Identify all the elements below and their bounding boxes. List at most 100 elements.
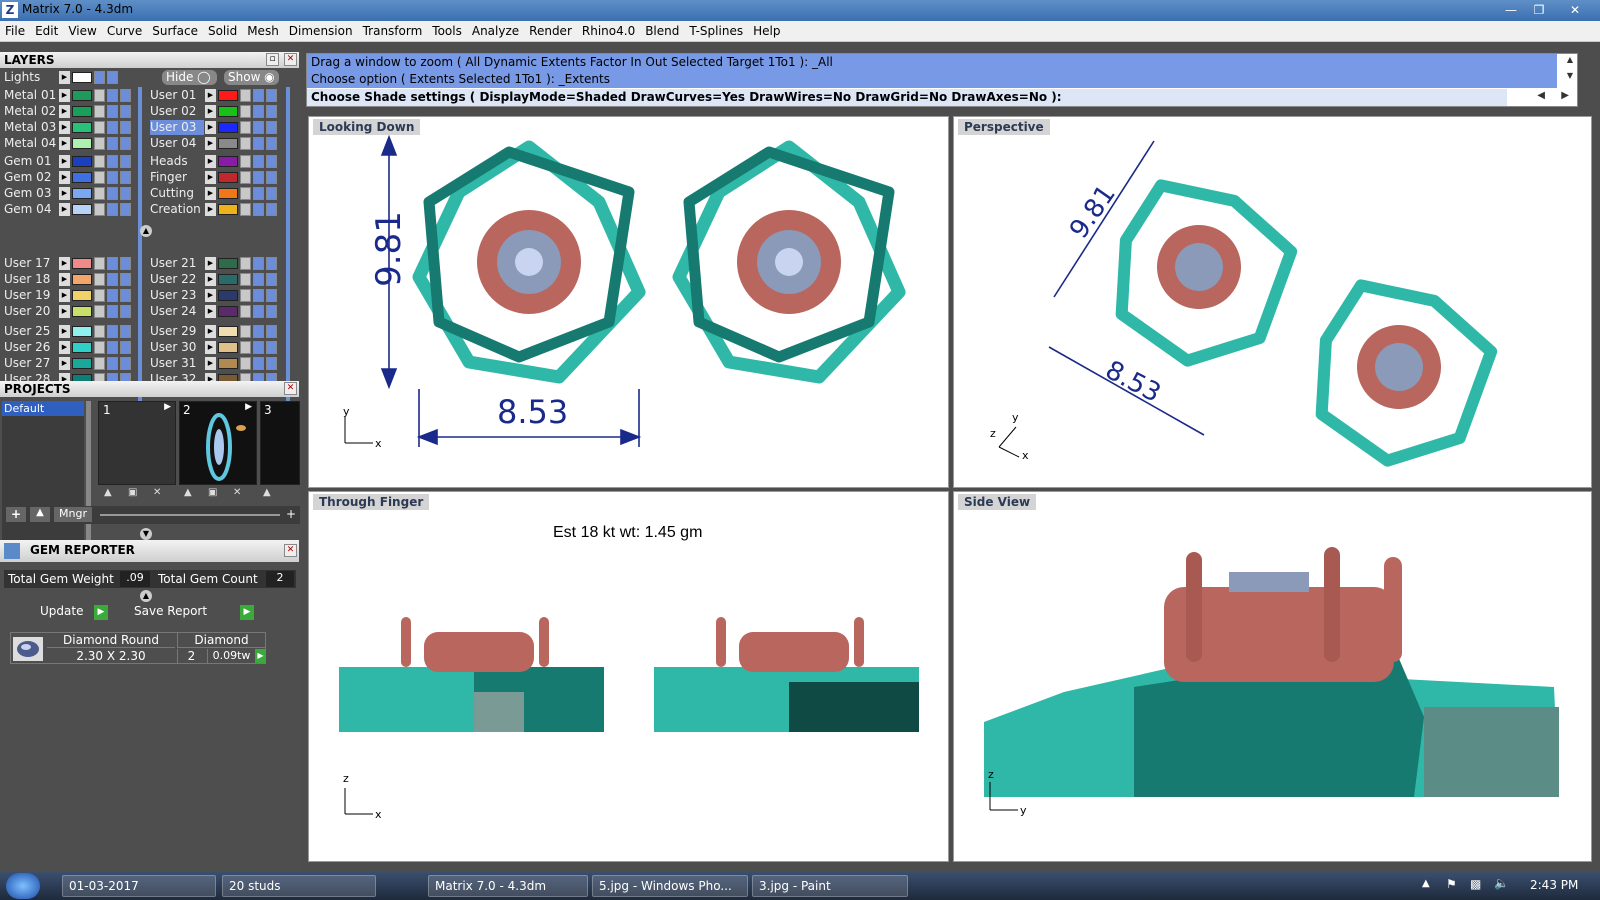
thumb1-up-icon[interactable]: ▲ <box>104 487 112 498</box>
menu-item-help[interactable]: Help <box>748 21 785 41</box>
taskbar-item-2[interactable]: 20 studs <box>222 875 376 897</box>
layer-color-swatch[interactable] <box>72 188 92 199</box>
project-default[interactable]: Default <box>2 401 84 416</box>
action-center-flag-icon[interactable]: ⚑ <box>1446 877 1457 891</box>
layer-active-toggle[interactable] <box>120 105 131 118</box>
layer-row-user-31[interactable]: User 31 ▶ <box>150 356 290 371</box>
viewport-label-through-finger[interactable]: Through Finger <box>313 494 430 510</box>
viewport-perspective[interactable]: Perspective 9.81 8.53 y z x <box>953 116 1592 488</box>
layer-active-toggle[interactable] <box>266 289 277 302</box>
thumb2-save-icon[interactable]: ▣ <box>208 487 217 498</box>
menu-item-file[interactable]: File <box>0 21 30 41</box>
layer-row-gem-02[interactable]: Gem 02 ▶ <box>4 170 144 185</box>
layer-lock-icon[interactable] <box>240 341 251 354</box>
layer-visible-toggle[interactable] <box>107 203 118 216</box>
layer-active-toggle[interactable] <box>120 171 131 184</box>
thumb2-up-icon[interactable]: ▲ <box>184 487 192 498</box>
layer-lock-icon[interactable] <box>94 325 105 338</box>
layer-visible-toggle[interactable] <box>107 187 118 200</box>
menu-item-t-splines[interactable]: T-Splines <box>684 21 748 41</box>
network-icon[interactable]: ▩ <box>1470 877 1481 891</box>
layer-expand-icon[interactable]: ▶ <box>59 137 70 150</box>
layers-close-icon[interactable]: ✕ <box>284 53 297 66</box>
layer-active-toggle[interactable] <box>266 341 277 354</box>
thumb2-delete-icon[interactable]: ✕ <box>233 487 241 498</box>
layer-expand-icon[interactable]: ▶ <box>59 325 70 338</box>
projects-close-icon[interactable]: ✕ <box>284 382 297 395</box>
layer-row-user-24[interactable]: User 24 ▶ <box>150 304 290 319</box>
thumb-1-arrow-icon[interactable]: ▶ <box>164 402 171 412</box>
layer-color-swatch[interactable] <box>218 172 238 183</box>
layer-name[interactable]: User 31 <box>150 356 204 371</box>
layer-lock-icon[interactable] <box>94 137 105 150</box>
layer-color-swatch[interactable] <box>218 326 238 337</box>
layer-active-toggle[interactable] <box>120 137 131 150</box>
gem-reporter-close-icon[interactable]: ✕ <box>284 544 297 557</box>
layer-visible-toggle[interactable] <box>253 137 264 150</box>
menu-item-view[interactable]: View <box>63 21 101 41</box>
menu-item-surface[interactable]: Surface <box>147 21 203 41</box>
menu-item-mesh[interactable]: Mesh <box>242 21 284 41</box>
layer-lock-icon[interactable] <box>240 187 251 200</box>
layer-active-toggle[interactable] <box>266 105 277 118</box>
start-button[interactable] <box>6 873 40 899</box>
layer-active-toggle[interactable] <box>266 357 277 370</box>
layer-name[interactable]: Gem 03 <box>4 186 58 201</box>
layer-expand-icon[interactable]: ▶ <box>59 121 70 134</box>
layer-lock-icon[interactable] <box>240 121 251 134</box>
layer-name[interactable]: User 20 <box>4 304 58 319</box>
thumb1-delete-icon[interactable]: ✕ <box>153 487 161 498</box>
layer-active-toggle[interactable] <box>266 137 277 150</box>
cmd-scroll-down-icon[interactable]: ▼ <box>1567 71 1573 80</box>
taskbar-item-3[interactable]: Matrix 7.0 - 4.3dm <box>428 875 588 897</box>
tray-show-hidden-icon[interactable]: ▲ <box>1422 878 1430 889</box>
layer-color-swatch[interactable] <box>218 274 238 285</box>
viewport-side-view[interactable]: Side View z y <box>953 491 1592 862</box>
mngr-button[interactable]: Mngr <box>54 507 92 522</box>
show-button[interactable]: Show ◉ <box>224 70 279 85</box>
layer-active-toggle[interactable] <box>120 89 131 102</box>
layer-visible-toggle[interactable] <box>253 121 264 134</box>
layer-row-user-25[interactable]: User 25 ▶ <box>4 324 144 339</box>
lights-toggle-b[interactable] <box>107 71 118 84</box>
layer-row-metal-02[interactable]: Metal 02 ▶ <box>4 104 144 119</box>
layer-name[interactable]: User 21 <box>150 256 204 271</box>
layer-visible-toggle[interactable] <box>253 325 264 338</box>
layer-lock-icon[interactable] <box>94 257 105 270</box>
projects-zoom-icon[interactable]: + <box>284 507 298 522</box>
layer-visible-toggle[interactable] <box>107 289 118 302</box>
layer-row-user-17[interactable]: User 17 ▶ <box>4 256 144 271</box>
projects-collapse-icon[interactable]: ▼ <box>140 528 152 540</box>
layer-active-toggle[interactable] <box>266 187 277 200</box>
layer-visible-toggle[interactable] <box>107 257 118 270</box>
gem-collapse-icon[interactable]: ▲ <box>140 590 152 602</box>
layer-row-user-18[interactable]: User 18 ▶ <box>4 272 144 287</box>
clock[interactable]: 2:43 PM <box>1530 878 1578 892</box>
layer-visible-toggle[interactable] <box>107 105 118 118</box>
layer-visible-toggle[interactable] <box>107 273 118 286</box>
layer-lock-icon[interactable] <box>94 357 105 370</box>
menu-item-solid[interactable]: Solid <box>203 21 242 41</box>
layer-name[interactable]: User 04 <box>150 136 204 151</box>
layer-row-heads[interactable]: Heads ▶ <box>150 154 290 169</box>
layer-color-swatch[interactable] <box>72 90 92 101</box>
layer-active-toggle[interactable] <box>266 171 277 184</box>
layer-row-metal-04[interactable]: Metal 04 ▶ <box>4 136 144 151</box>
viewport-label-perspective[interactable]: Perspective <box>958 119 1050 135</box>
layer-expand-icon[interactable]: ▶ <box>59 171 70 184</box>
layer-row-user-26[interactable]: User 26 ▶ <box>4 340 144 355</box>
layer-expand-icon[interactable]: ▶ <box>205 325 216 338</box>
layer-color-swatch[interactable] <box>218 90 238 101</box>
layer-active-toggle[interactable] <box>120 155 131 168</box>
layer-expand-icon[interactable]: ▶ <box>205 155 216 168</box>
menu-item-curve[interactable]: Curve <box>102 21 147 41</box>
layer-row-gem-03[interactable]: Gem 03 ▶ <box>4 186 144 201</box>
layer-visible-toggle[interactable] <box>253 203 264 216</box>
viewport-through-finger[interactable]: Through Finger Est 18 kt wt: 1.45 gm z x <box>308 491 949 862</box>
menu-item-edit[interactable]: Edit <box>30 21 63 41</box>
layer-color-swatch[interactable] <box>218 290 238 301</box>
layer-color-swatch[interactable] <box>218 122 238 133</box>
layer-lock-icon[interactable] <box>240 105 251 118</box>
layer-color-swatch[interactable] <box>72 358 92 369</box>
menu-item-render[interactable]: Render <box>524 21 577 41</box>
